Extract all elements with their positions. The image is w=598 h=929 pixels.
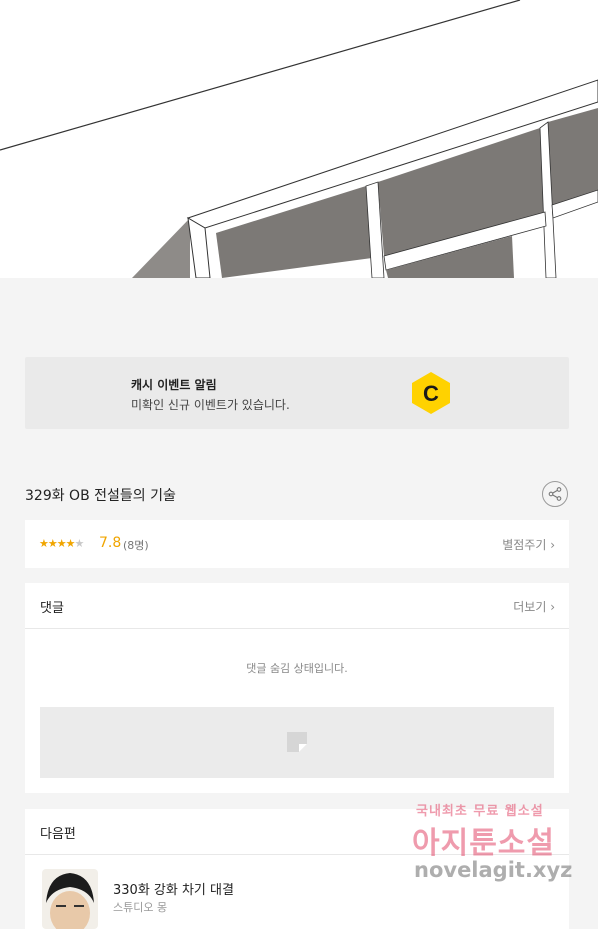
comments-more-link[interactable]: 더보기 › bbox=[513, 598, 555, 615]
rating-stars: ★★★★★ bbox=[39, 537, 85, 550]
rate-button[interactable]: 별점주기 › bbox=[502, 536, 555, 553]
share-button[interactable] bbox=[542, 481, 568, 507]
rating-score: 7.8 bbox=[99, 535, 122, 551]
cash-logo-letter: C bbox=[423, 381, 439, 406]
star-icon: ★ bbox=[56, 537, 67, 550]
comments-header: 댓글 더보기 › bbox=[25, 583, 569, 629]
next-episode-thumbnail[interactable] bbox=[42, 869, 98, 929]
share-icon bbox=[548, 487, 562, 501]
ad-placeholder-icon bbox=[287, 732, 307, 752]
episode-title: 329화 OB 전설들의 기술 bbox=[25, 488, 176, 504]
cash-banner-subtitle: 미확인 신규 이벤트가 있습니다. bbox=[131, 398, 290, 412]
rating-count: (8명) bbox=[123, 539, 149, 552]
star-empty-icon: ★ bbox=[74, 537, 85, 550]
next-episode-title[interactable]: 330화 강화 차기 대결 bbox=[113, 879, 234, 898]
star-icon: ★ bbox=[47, 537, 58, 550]
next-episode-section-title: 다음편 bbox=[40, 827, 76, 842]
cash-event-banner[interactable]: 캐시 이벤트 알림 미확인 신규 이벤트가 있습니다. C bbox=[25, 357, 569, 429]
comments-title: 댓글 bbox=[40, 601, 64, 616]
cash-c-icon: C bbox=[409, 371, 453, 415]
rating-section: ★★★★★ 7.8 (8명) 별점주기 › bbox=[25, 520, 569, 568]
comments-section: 댓글 더보기 › 댓글 숨김 상태입니다. bbox=[25, 583, 569, 793]
next-episode-subtitle: 스튜디오 몽 bbox=[113, 901, 168, 914]
comments-hidden-message: 댓글 숨김 상태입니다. bbox=[246, 662, 348, 675]
cash-banner-title: 캐시 이벤트 알림 bbox=[131, 378, 217, 392]
next-episode-section: 다음편 330화 강화 차기 대결 스튜디오 몽 bbox=[25, 809, 569, 929]
star-icon: ★ bbox=[65, 537, 76, 550]
ad-placeholder[interactable] bbox=[40, 707, 554, 778]
comic-panel-image bbox=[0, 0, 598, 278]
star-icon: ★ bbox=[39, 537, 49, 550]
next-episode-header: 다음편 bbox=[25, 809, 569, 855]
